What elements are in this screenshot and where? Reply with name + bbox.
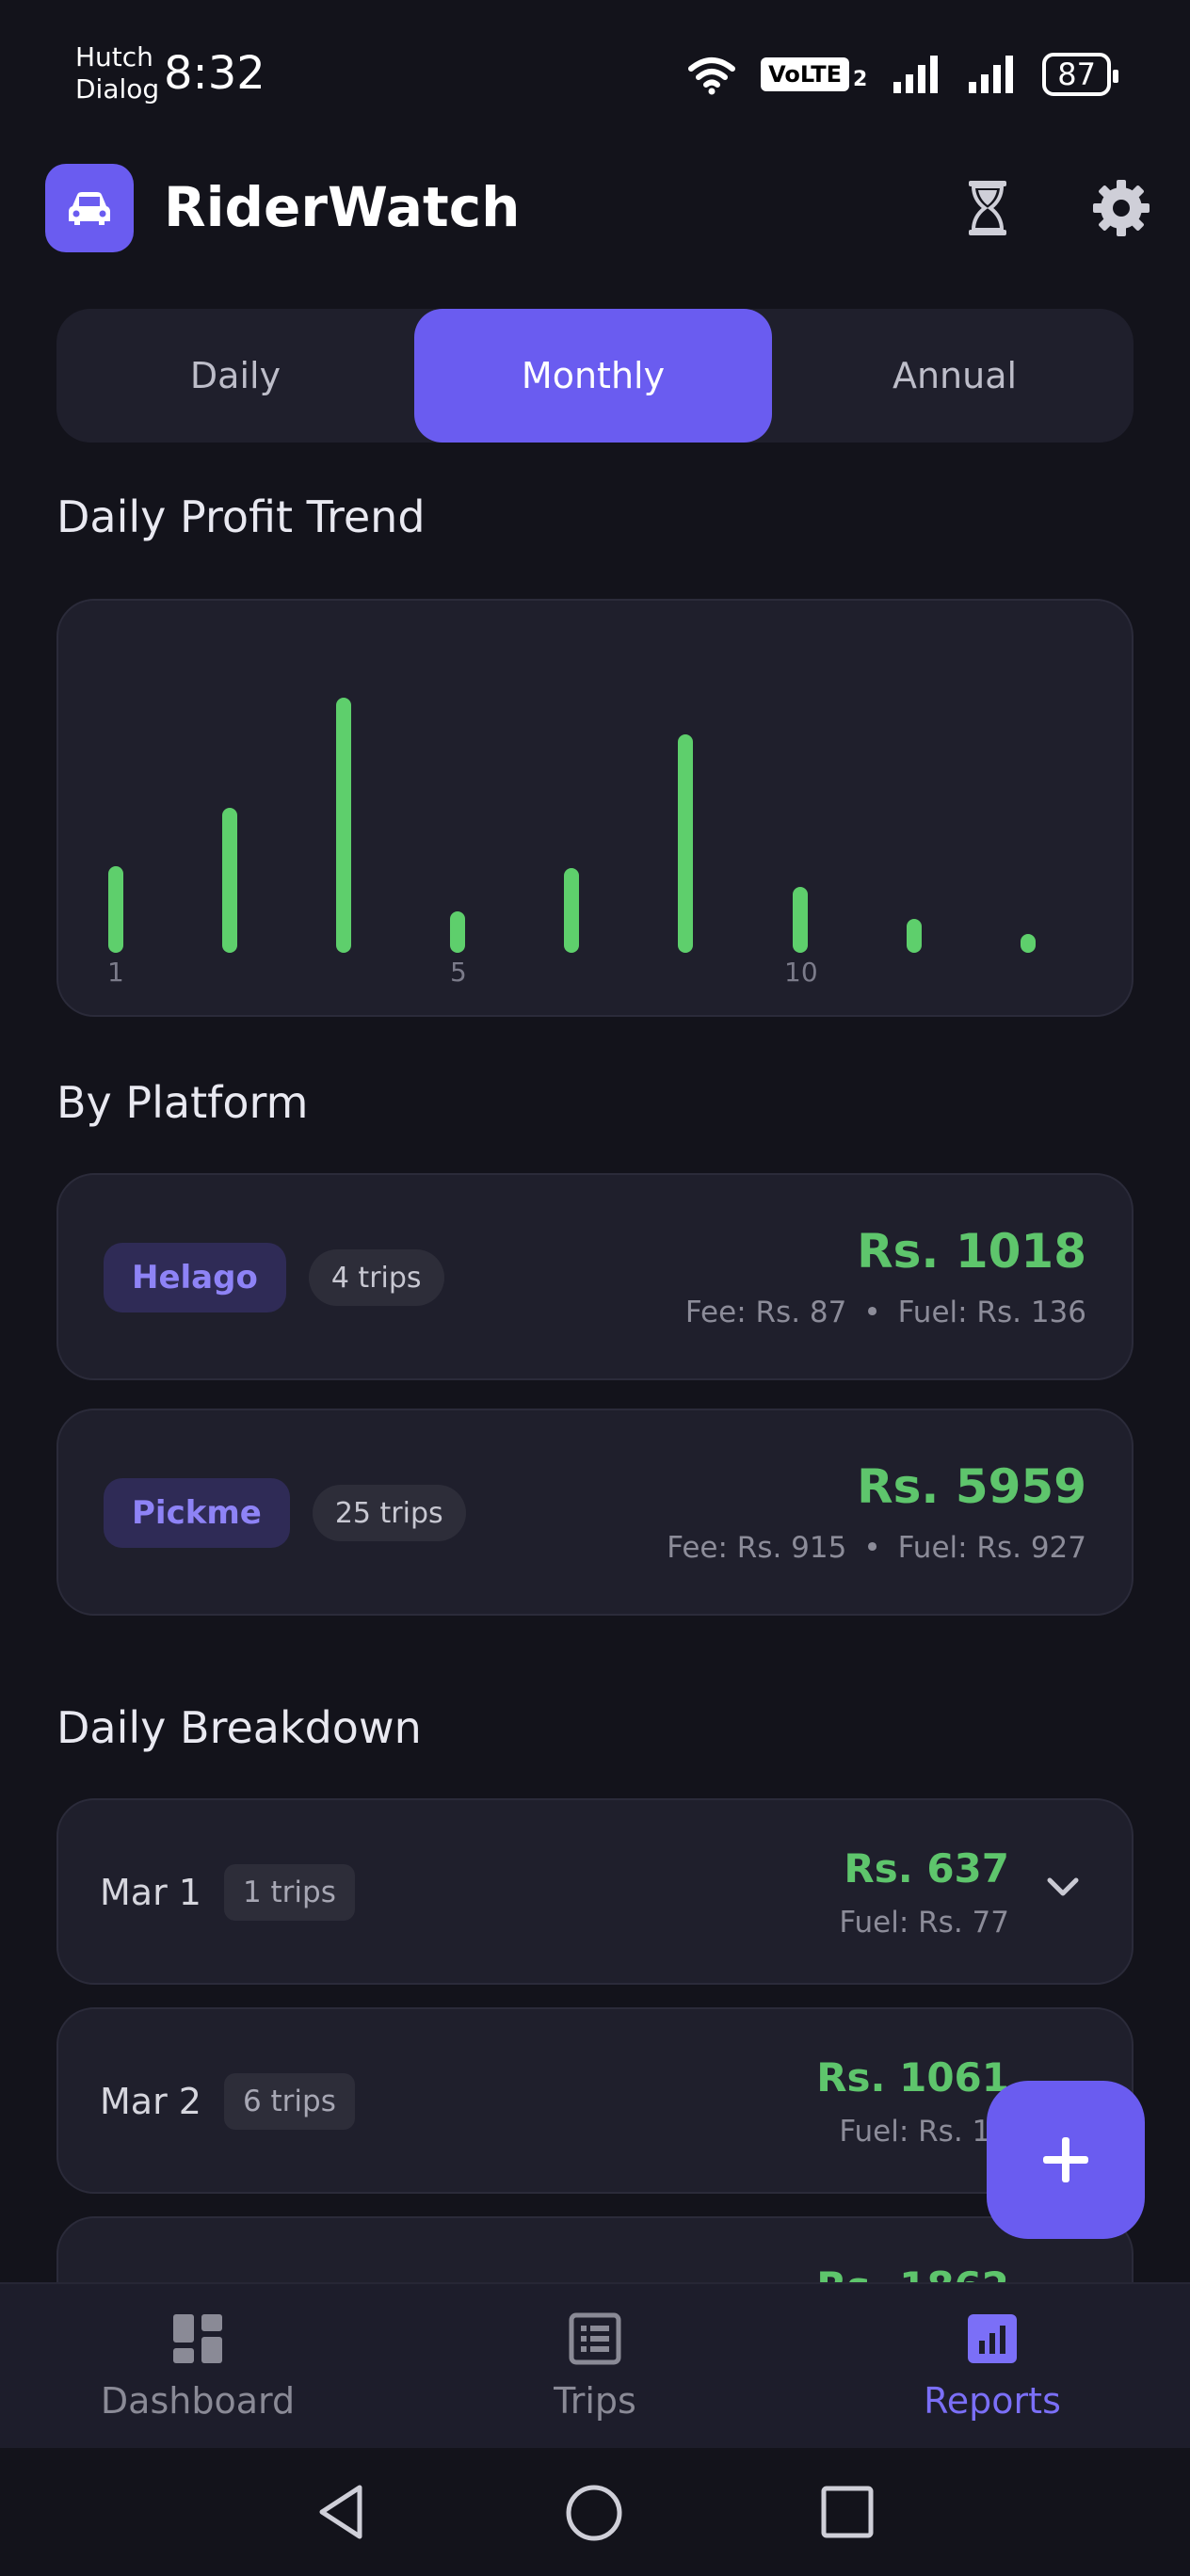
x-tick-label: 5 bbox=[450, 957, 467, 988]
platform-costs: Fee: Rs. 87 • Fuel: Rs. 136 bbox=[685, 1296, 1086, 1329]
platform-badge: Pickme bbox=[104, 1478, 290, 1548]
nav-label: Dashboard bbox=[100, 2380, 296, 2422]
separator-dot: • bbox=[863, 1531, 881, 1565]
recents-icon[interactable] bbox=[821, 2486, 874, 2538]
list-icon bbox=[569, 2312, 621, 2365]
day-fuel: Fuel: Rs. 77 bbox=[839, 1906, 1009, 1940]
bar-day-1 bbox=[108, 866, 123, 953]
trip-count-badge: 4 trips bbox=[308, 1249, 444, 1306]
fuel-label: Fuel: Rs. 136 bbox=[897, 1296, 1086, 1329]
platform-badge: Helago bbox=[104, 1243, 286, 1312]
platform-card-helago[interactable]: Helago 4 trips Rs. 1018 Fee: Rs. 87 • Fu… bbox=[56, 1173, 1134, 1380]
trip-count-badge: 25 trips bbox=[312, 1485, 466, 1541]
fee-label: Fee: Rs. 915 bbox=[667, 1531, 847, 1565]
nav-label: Reports bbox=[924, 2380, 1061, 2422]
nav-label: Trips bbox=[554, 2380, 636, 2422]
day-row-mar-1[interactable]: Mar 1 1 trips Rs. 637 Fuel: Rs. 77 bbox=[56, 1798, 1134, 1985]
chevron-down-icon[interactable] bbox=[1047, 1877, 1079, 1898]
bar-day-5 bbox=[450, 911, 465, 953]
separator-dot: • bbox=[863, 1296, 881, 1329]
bar-day-9 bbox=[793, 887, 808, 953]
dashboard-icon bbox=[173, 2314, 222, 2363]
x-tick-label: 1 bbox=[107, 957, 124, 988]
bar-day-13 bbox=[1021, 934, 1036, 953]
platform-amount: Rs. 5959 bbox=[857, 1459, 1086, 1514]
bottom-navigation: Dashboard Trips Reports bbox=[0, 2282, 1190, 2450]
fuel-label: Fuel: Rs. 927 bbox=[897, 1531, 1086, 1565]
platform-amount: Rs. 1018 bbox=[857, 1224, 1086, 1279]
day-fuel: Fuel: Rs. 17 bbox=[839, 2115, 1009, 2149]
trip-count-badge: 6 trips bbox=[223, 2073, 355, 2130]
add-trip-button[interactable] bbox=[987, 2081, 1145, 2239]
system-navigation-bar bbox=[0, 2448, 1190, 2576]
bar-day-3 bbox=[336, 698, 351, 953]
fee-label: Fee: Rs. 87 bbox=[684, 1296, 847, 1329]
bar-day-7 bbox=[678, 734, 693, 953]
bar-day-2 bbox=[222, 808, 237, 953]
platform-title: By Platform bbox=[56, 1077, 309, 1128]
day-amount: Rs. 637 bbox=[844, 1845, 1009, 1892]
day-amount: Rs. 1061 bbox=[816, 2054, 1009, 2101]
trend-bar-chart: 1 5 10 bbox=[0, 0, 1190, 1036]
bar-day-6 bbox=[564, 868, 579, 953]
home-icon[interactable] bbox=[565, 2484, 623, 2542]
x-tick-label: 10 bbox=[784, 957, 818, 988]
bar-chart-icon bbox=[968, 2314, 1017, 2363]
platform-card-pickme[interactable]: Pickme 25 trips Rs. 5959 Fee: Rs. 915 • … bbox=[56, 1409, 1134, 1616]
back-icon[interactable] bbox=[314, 2482, 367, 2542]
day-row-mar-2[interactable]: Mar 2 6 trips Rs. 1061 Fuel: Rs. 17 bbox=[56, 2007, 1134, 2194]
day-date: Mar 2 bbox=[100, 2081, 201, 2122]
nav-dashboard[interactable]: Dashboard bbox=[0, 2284, 395, 2450]
plus-icon bbox=[1043, 2137, 1088, 2182]
trip-count-badge: 1 trips bbox=[223, 1864, 355, 1921]
nav-trips[interactable]: Trips bbox=[397, 2284, 793, 2450]
nav-reports[interactable]: Reports bbox=[795, 2284, 1190, 2450]
platform-costs: Fee: Rs. 915 • Fuel: Rs. 927 bbox=[667, 1531, 1086, 1565]
breakdown-title: Daily Breakdown bbox=[56, 1702, 422, 1753]
day-date: Mar 1 bbox=[100, 1872, 201, 1913]
bar-day-11 bbox=[907, 919, 922, 953]
